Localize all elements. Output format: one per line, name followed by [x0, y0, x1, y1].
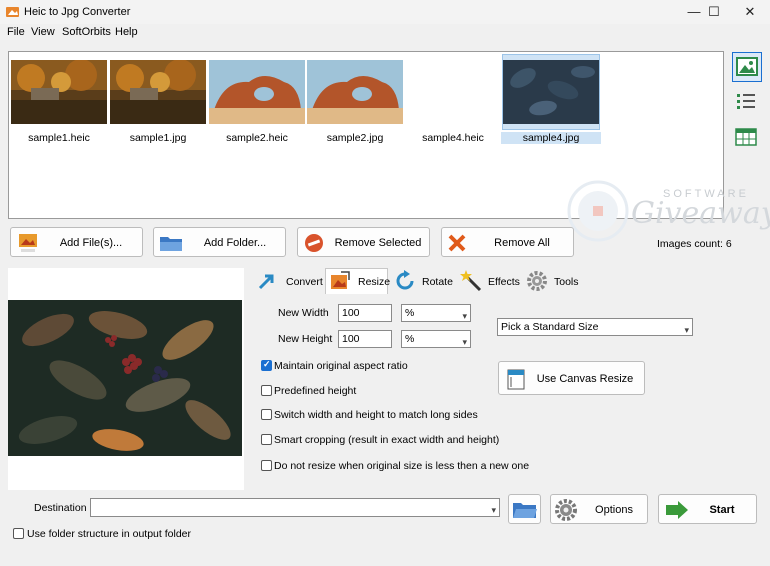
- chevron-down-icon: ▾: [462, 337, 467, 347]
- tab-label: Rotate: [422, 276, 453, 288]
- destination-select[interactable]: ▾: [90, 498, 500, 517]
- tab-label: Effects: [488, 276, 520, 288]
- thumbnail-sample1-heic[interactable]: [11, 60, 107, 124]
- table-view-icon[interactable]: [733, 127, 759, 153]
- folder-open-icon: [513, 503, 537, 518]
- thumbnail-label: sample1.jpg: [129, 132, 187, 144]
- magic-wand-icon: [460, 270, 482, 292]
- tab-tools[interactable]: Tools: [524, 268, 580, 294]
- tab-rotate[interactable]: Rotate: [392, 268, 454, 294]
- options-label: Options: [595, 504, 633, 516]
- maintain-aspect-checkbox[interactable]: [261, 359, 272, 371]
- remove-selected-button[interactable]: Remove Selected: [297, 227, 430, 257]
- browse-folder-button[interactable]: [508, 494, 541, 524]
- tab-label: Tools: [554, 276, 579, 288]
- thumbnail-label: sample2.jpg: [326, 132, 384, 144]
- rotate-icon: [396, 270, 414, 290]
- menu-bar: File View SoftOrbits Help: [0, 24, 770, 40]
- folder-icon: [160, 237, 182, 251]
- tab-label: Convert: [286, 276, 323, 288]
- chevron-down-icon: ▾: [491, 505, 496, 515]
- smart-cropping-label: Smart cropping (result in exact width an…: [274, 434, 500, 446]
- width-unit-value: %: [405, 307, 415, 319]
- maximize-button[interactable]: ☐: [694, 0, 734, 24]
- destination-label: Destination: [34, 502, 87, 514]
- start-button[interactable]: Start: [658, 494, 757, 524]
- tab-effects[interactable]: Effects: [458, 268, 520, 294]
- height-unit-select[interactable]: % ▾: [401, 330, 471, 348]
- add-files-button[interactable]: Add File(s)...: [10, 227, 143, 257]
- maintain-aspect-label: Maintain original aspect ratio: [274, 360, 408, 372]
- add-folder-label: Add Folder...: [203, 237, 267, 249]
- thumbnail-label: sample4.jpg: [501, 132, 601, 144]
- close-button[interactable]: ✕: [730, 0, 770, 24]
- tab-resize[interactable]: Resize: [325, 268, 391, 294]
- window-title: Heic to Jpg Converter: [24, 6, 131, 18]
- preview-panel: [8, 268, 244, 490]
- add-folder-button[interactable]: Add Folder...: [153, 227, 286, 257]
- switch-sides-checkbox[interactable]: [261, 409, 272, 420]
- menu-softorbits[interactable]: SoftOrbits: [62, 26, 111, 38]
- menu-file[interactable]: File: [7, 26, 25, 38]
- preview-image: [8, 300, 242, 456]
- width-unit-select[interactable]: % ▾: [401, 304, 471, 322]
- standard-size-value: Pick a Standard Size: [501, 321, 599, 333]
- watermark-text: Giveaway: [631, 196, 770, 231]
- switch-sides-label: Switch width and height to match long si…: [274, 409, 478, 421]
- folder-structure-checkbox[interactable]: [13, 528, 24, 539]
- predefined-height-checkbox[interactable]: [261, 385, 272, 396]
- menu-view[interactable]: View: [31, 26, 55, 38]
- app-icon: [6, 7, 19, 17]
- gear-icon: [527, 271, 547, 291]
- new-width-input[interactable]: 100: [338, 304, 392, 322]
- thumbnail-sample2-heic[interactable]: [209, 60, 305, 124]
- new-width-label: New Width: [278, 307, 329, 319]
- remove-selected-icon: [305, 234, 323, 252]
- thumbnail-label: sample1.heic: [28, 132, 90, 144]
- no-upscale-label: Do not resize when original size is less…: [274, 460, 530, 472]
- new-height-label: New Height: [278, 333, 333, 345]
- convert-icon: [258, 274, 274, 290]
- image-list[interactable]: sample1.heic sample1.jpg sample2.heic sa…: [8, 51, 770, 242]
- canvas-resize-label: Use Canvas Resize: [536, 373, 634, 385]
- thumbnails-view-icon: [736, 57, 758, 76]
- thumbnail-sample4-jpg[interactable]: [503, 60, 599, 124]
- title-bar: Heic to Jpg Converter — ☐ ✕: [0, 0, 770, 24]
- remove-selected-label: Remove Selected: [334, 237, 422, 249]
- remove-all-icon: [448, 234, 466, 252]
- standard-size-select[interactable]: Pick a Standard Size ▾: [497, 318, 693, 336]
- remove-all-label: Remove All: [494, 237, 550, 249]
- list-view-icon[interactable]: [733, 91, 759, 117]
- thumbnail-label: sample2.heic: [226, 132, 288, 144]
- smart-cropping-checkbox[interactable]: [261, 434, 272, 445]
- chevron-down-icon: ▾: [684, 325, 689, 335]
- options-button[interactable]: Options: [550, 494, 648, 524]
- tab-label: Resize: [358, 276, 391, 288]
- thumbnail-sample2-jpg[interactable]: [307, 60, 403, 124]
- tab-convert[interactable]: Convert: [252, 268, 324, 294]
- no-upscale-checkbox[interactable]: [261, 460, 272, 471]
- add-files-label: Add File(s)...: [59, 237, 123, 249]
- add-image-icon: [19, 234, 37, 252]
- menu-help[interactable]: Help: [115, 26, 138, 38]
- thumbnail-sample1-jpg[interactable]: [110, 60, 206, 124]
- thumbnail-label: sample4.heic: [422, 132, 484, 144]
- watermark-logo: [567, 180, 629, 242]
- new-height-input[interactable]: 100: [338, 330, 392, 348]
- canvas-resize-button[interactable]: Use Canvas Resize: [498, 361, 645, 395]
- remove-all-button[interactable]: Remove All: [441, 227, 574, 257]
- canvas-icon: [507, 369, 525, 390]
- predefined-height-label: Predefined height: [274, 385, 357, 397]
- gear-icon: [555, 499, 577, 521]
- resize-icon: [331, 271, 350, 289]
- images-count: Images count: 6: [657, 238, 732, 250]
- start-arrow-icon: [666, 501, 688, 519]
- folder-structure-label: Use folder structure in output folder: [27, 528, 192, 540]
- chevron-down-icon: ▾: [462, 311, 467, 321]
- start-label: Start: [709, 504, 735, 516]
- view-thumbnails-button[interactable]: [732, 52, 762, 82]
- height-unit-value: %: [405, 333, 415, 345]
